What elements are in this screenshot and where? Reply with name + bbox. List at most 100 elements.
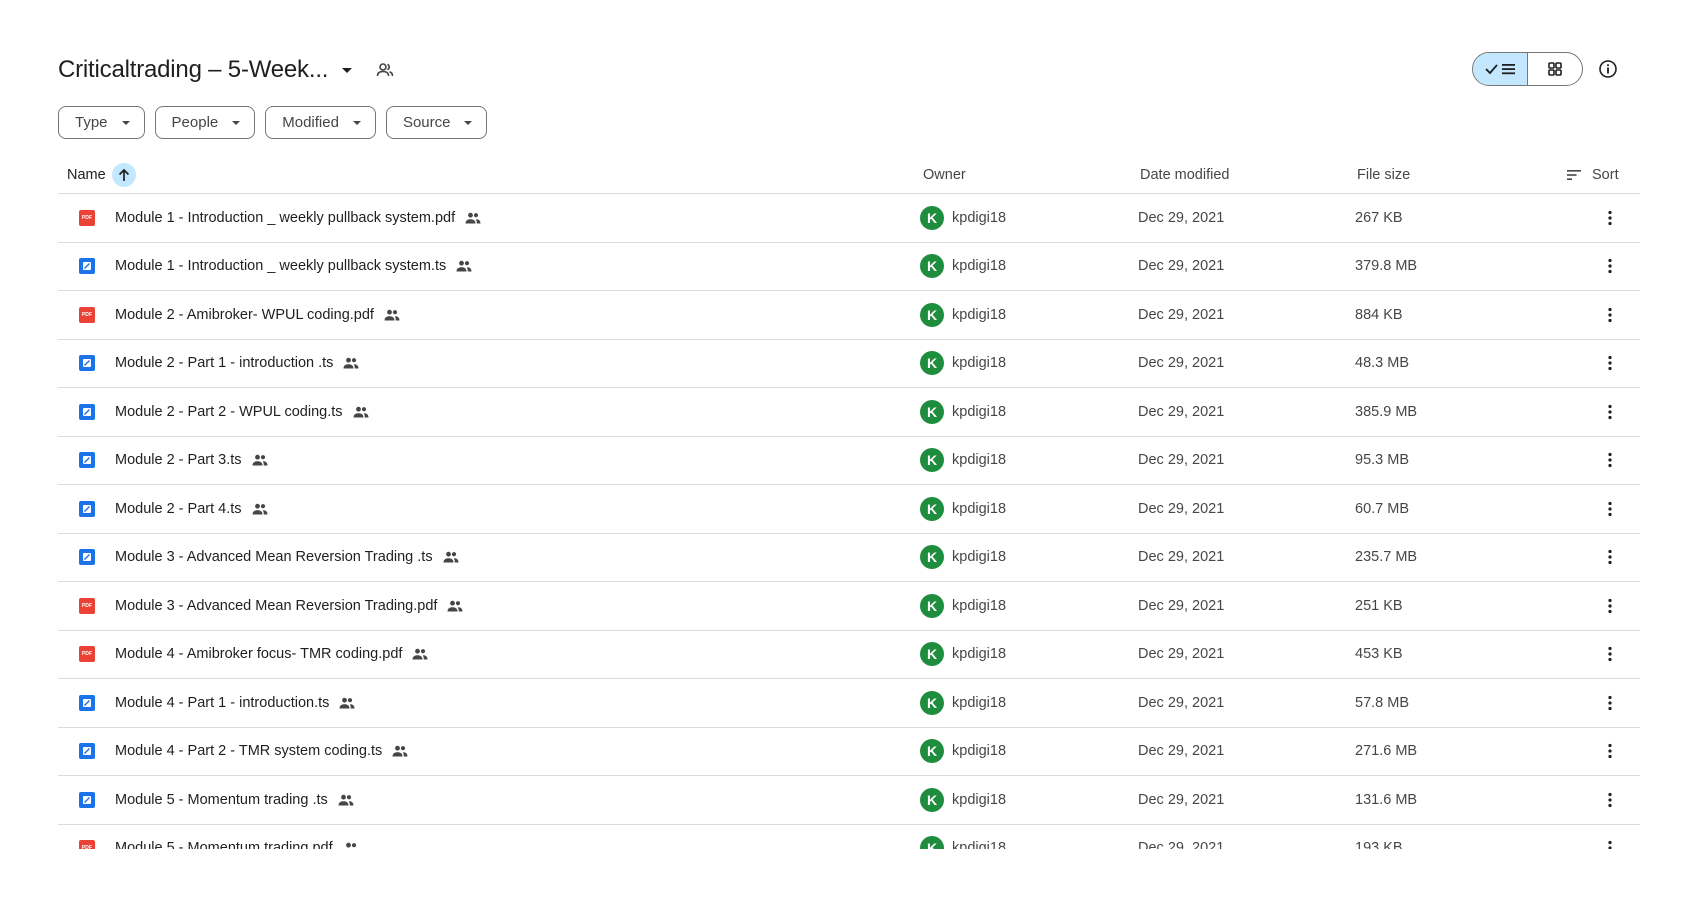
owner-name: kpdigi18 bbox=[952, 840, 1007, 849]
date-modified: Dec 29, 2021 bbox=[1138, 403, 1225, 420]
more-actions-icon[interactable] bbox=[1598, 497, 1622, 521]
filter-type-chip[interactable]: Type bbox=[58, 106, 145, 139]
avatar: K bbox=[920, 399, 944, 424]
table-row[interactable]: Module 2 - Part 4.ts Kkpdigi18 Dec 29, 202… bbox=[58, 485, 1640, 534]
video-file-icon bbox=[79, 452, 95, 469]
date-modified: Dec 29, 2021 bbox=[1138, 840, 1225, 849]
file-name-text: Module 2 - Part 1 - introduction .ts bbox=[115, 355, 334, 372]
shared-people-icon bbox=[252, 503, 268, 515]
shared-people-icon bbox=[412, 648, 428, 660]
more-actions-icon[interactable] bbox=[1598, 691, 1622, 715]
avatar: K bbox=[920, 593, 944, 618]
file-name[interactable]: Module 3 - Advanced Mean Reversion Tradi… bbox=[115, 549, 459, 565]
shared-people-icon bbox=[465, 212, 481, 224]
date-modified: Dec 29, 2021 bbox=[1138, 549, 1225, 566]
shared-people-icon bbox=[392, 745, 408, 757]
column-header-name[interactable]: Name bbox=[67, 162, 136, 187]
filter-label: People bbox=[171, 114, 219, 131]
owner-name: kpdigi18 bbox=[952, 500, 1007, 517]
file-name-text: Module 3 - Advanced Mean Reversion Tradi… bbox=[115, 597, 438, 614]
filter-source-chip[interactable]: Source bbox=[385, 106, 488, 139]
more-actions-icon[interactable] bbox=[1598, 254, 1622, 278]
table-row[interactable]: Module 2 - Part 1 - introduction .ts Kkpd… bbox=[58, 340, 1640, 388]
file-name[interactable]: Module 3 - Advanced Mean Reversion Tradi… bbox=[115, 598, 463, 614]
file-name[interactable]: Module 4 - Part 1 - introduction.ts bbox=[115, 695, 355, 711]
file-list-table: Name Owner Date modified File size Sort … bbox=[58, 156, 1640, 849]
filter-label: Source bbox=[402, 114, 451, 131]
file-size: 884 KB bbox=[1355, 306, 1403, 323]
file-name[interactable]: Module 1 - Introduction _ weekly pullbac… bbox=[115, 258, 472, 274]
column-header-date-modified[interactable]: Date modified bbox=[1140, 167, 1229, 183]
more-actions-icon[interactable] bbox=[1598, 206, 1622, 230]
video-file-icon bbox=[79, 549, 95, 566]
file-name[interactable]: Module 5 - Momentum trading.pdf bbox=[115, 840, 359, 849]
owner-name: kpdigi18 bbox=[952, 258, 1007, 275]
info-button[interactable] bbox=[1596, 57, 1620, 81]
owner-name: kpdigi18 bbox=[952, 694, 1007, 711]
more-actions-icon[interactable] bbox=[1598, 642, 1622, 666]
more-actions-icon[interactable] bbox=[1598, 594, 1622, 618]
file-name[interactable]: Module 5 - Momentum trading .ts bbox=[115, 792, 354, 808]
owner-cell: Kkpdigi18 bbox=[920, 448, 1006, 473]
shared-people-icon bbox=[384, 309, 400, 321]
file-size: 193 KB bbox=[1355, 840, 1403, 849]
more-actions-icon[interactable] bbox=[1598, 836, 1622, 849]
owner-cell: Kkpdigi18 bbox=[920, 302, 1006, 327]
owner-name: kpdigi18 bbox=[952, 549, 1007, 566]
more-actions-icon[interactable] bbox=[1598, 448, 1622, 472]
avatar: K bbox=[920, 690, 944, 715]
owner-cell: Kkpdigi18 bbox=[920, 836, 1006, 849]
table-row[interactable]: Module 4 - Part 1 - introduction.ts Kkpdi… bbox=[58, 679, 1640, 728]
file-name[interactable]: Module 2 - Part 1 - introduction .ts bbox=[115, 355, 359, 371]
file-name[interactable]: Module 2 - Amibroker- WPUL coding.pdf bbox=[115, 307, 400, 323]
shared-people-icon[interactable] bbox=[376, 62, 394, 78]
file-name[interactable]: Module 2 - Part 4.ts bbox=[115, 501, 268, 517]
file-size: 267 KB bbox=[1355, 209, 1403, 226]
table-row[interactable]: PDF Module 4 - Amibroker focus- TMR codin… bbox=[58, 631, 1640, 679]
date-modified: Dec 29, 2021 bbox=[1138, 694, 1225, 711]
table-row[interactable]: PDF Module 2 - Amibroker- WPUL coding.pdf… bbox=[58, 291, 1640, 340]
filter-label: Type bbox=[75, 114, 108, 131]
more-actions-icon[interactable] bbox=[1598, 545, 1622, 569]
shared-people-icon bbox=[343, 842, 359, 849]
table-row[interactable]: PDF Module 5 - Momentum trading.pdf Kkpdig… bbox=[58, 825, 1640, 849]
sort-button[interactable]: Sort bbox=[1566, 167, 1619, 183]
table-row[interactable]: Module 2 - Part 2 - WPUL coding.ts Kkpdig… bbox=[58, 388, 1640, 437]
table-row[interactable]: Module 5 - Momentum trading .ts Kkpdigi18… bbox=[58, 776, 1640, 825]
column-header-file-size[interactable]: File size bbox=[1357, 167, 1410, 183]
file-name-text: Module 4 - Part 1 - introduction.ts bbox=[115, 694, 330, 711]
file-name[interactable]: Module 2 - Part 3.ts bbox=[115, 452, 268, 468]
table-row[interactable]: Module 3 - Advanced Mean Reversion Tradi… bbox=[58, 534, 1640, 582]
file-size: 251 KB bbox=[1355, 597, 1403, 614]
column-header-name-label: Name bbox=[67, 166, 106, 183]
sort-direction-button[interactable] bbox=[111, 162, 136, 187]
file-name[interactable]: Module 2 - Part 2 - WPUL coding.ts bbox=[115, 404, 369, 420]
more-actions-icon[interactable] bbox=[1598, 788, 1622, 812]
date-modified: Dec 29, 2021 bbox=[1138, 355, 1225, 372]
more-actions-icon[interactable] bbox=[1598, 351, 1622, 375]
table-row[interactable]: PDF Module 3 - Advanced Mean Reversion Tr… bbox=[58, 582, 1640, 631]
list-view-button[interactable] bbox=[1473, 53, 1528, 85]
file-name[interactable]: Module 4 - Part 2 - TMR system coding.ts bbox=[115, 743, 408, 759]
table-row[interactable]: Module 1 - Introduction _ weekly pullbac… bbox=[58, 243, 1640, 291]
file-name[interactable]: Module 1 - Introduction _ weekly pullbac… bbox=[115, 210, 481, 226]
column-header-owner[interactable]: Owner bbox=[923, 167, 966, 183]
grid-view-button[interactable] bbox=[1528, 53, 1582, 85]
file-name-text: Module 1 - Introduction _ weekly pullbac… bbox=[115, 209, 456, 226]
table-row[interactable]: PDF Module 1 - Introduction _ weekly pull… bbox=[58, 194, 1640, 243]
table-row[interactable]: Module 4 - Part 2 - TMR system coding.ts… bbox=[58, 728, 1640, 776]
avatar: K bbox=[920, 496, 944, 521]
date-modified: Dec 29, 2021 bbox=[1138, 791, 1225, 808]
table-row[interactable]: Module 2 - Part 3.ts Kkpdigi18 Dec 29, 202… bbox=[58, 437, 1640, 485]
file-name[interactable]: Module 4 - Amibroker focus- TMR coding.p… bbox=[115, 646, 428, 662]
more-actions-icon[interactable] bbox=[1598, 303, 1622, 327]
avatar: K bbox=[920, 836, 944, 849]
date-modified: Dec 29, 2021 bbox=[1138, 646, 1225, 663]
more-actions-icon[interactable] bbox=[1598, 739, 1622, 763]
more-actions-icon[interactable] bbox=[1598, 400, 1622, 424]
avatar: K bbox=[920, 545, 944, 570]
folder-title-dropdown[interactable]: Criticaltrading – 5-Week... bbox=[58, 56, 353, 84]
filter-people-chip[interactable]: People bbox=[154, 106, 256, 139]
filter-modified-chip[interactable]: Modified bbox=[265, 106, 376, 139]
shared-people-icon bbox=[447, 600, 463, 612]
